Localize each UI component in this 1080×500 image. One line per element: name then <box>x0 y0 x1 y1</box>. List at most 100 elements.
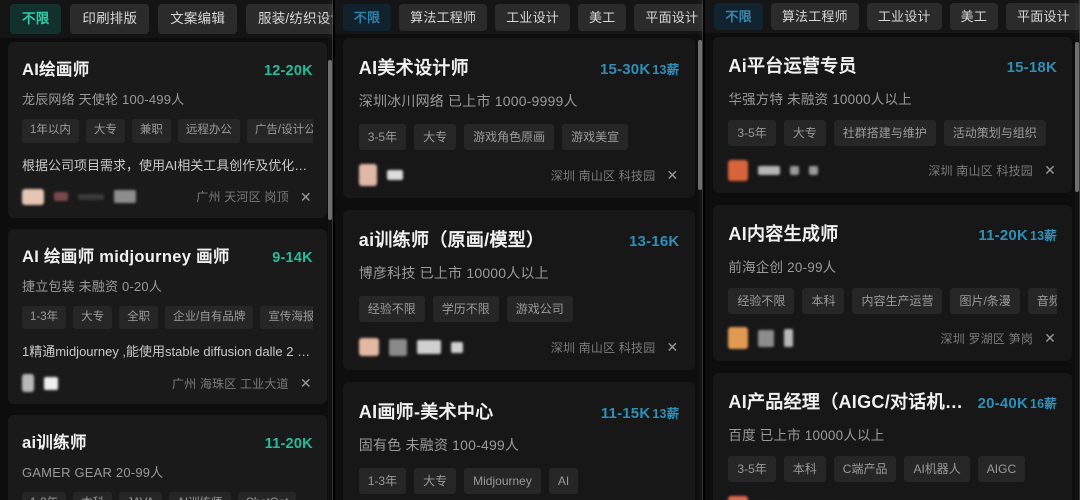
filter-tab-4[interactable]: 平面设计 <box>1006 3 1080 30</box>
filter-tab-0-active[interactable]: 不限 <box>10 4 62 34</box>
job-card-header: AI产品经理（AIGC/对话机… 20-40K 16薪 <box>728 388 1057 414</box>
job-tag: 远程办公 <box>177 119 240 143</box>
recruiter-avatar <box>22 188 44 205</box>
job-tag: ChatGpt <box>237 492 297 500</box>
company-info[interactable]: 捷立包装 未融资 0-20人 <box>22 276 313 295</box>
job-title[interactable]: AI画师-美术中心 <box>359 398 494 424</box>
job-location: 深圳 南山区 科技园 <box>550 340 656 355</box>
job-tag-row: 1-3年大专全职企业/自有品牌宣传海报类插画 <box>22 305 313 329</box>
company-info[interactable]: 固有色 未融资 100-499人 <box>359 435 680 455</box>
job-card[interactable]: AI绘画师 12-20K 龙辰网络 天使轮 100-499人 1年以内 大专 兼职 远程办公… <box>8 42 327 218</box>
filter-tab-2[interactable]: 文案编辑 <box>158 4 238 34</box>
filter-tab-1[interactable]: 算法工程师 <box>399 3 488 31</box>
salary-value: 9-14K <box>272 249 313 266</box>
filter-tab-3[interactable]: 美工 <box>949 3 999 30</box>
job-card-header: AI内容生成师 11-20K 13薪 <box>728 220 1057 246</box>
job-location: 深圳 罗湖区 笋岗 <box>940 331 1034 346</box>
job-title[interactable]: AI绘画师 <box>22 56 90 80</box>
company-info[interactable]: GAMER GEAR 20-99人 <box>22 462 313 481</box>
close-icon[interactable]: ✕ <box>665 168 679 182</box>
filter-tab-3[interactable]: 美工 <box>578 3 627 31</box>
job-tag-row: 1-3年本科 JAVA AI训练师 ChatGpt <box>22 492 313 500</box>
salary-range: 12-20K <box>264 63 313 79</box>
close-icon[interactable]: ✕ <box>665 340 679 354</box>
filter-tab-3[interactable]: 服装/纺织设计 <box>246 4 333 34</box>
job-location: 深圳 南山区 科技园 <box>928 163 1034 178</box>
company-info[interactable]: 博彦科技 已上市 10000人以上 <box>359 263 680 283</box>
salary-bonus: 16薪 <box>1030 397 1058 411</box>
job-tag: 大专 <box>414 468 457 494</box>
filter-tab-4[interactable]: 平面设计 <box>634 3 704 31</box>
filter-tab-2[interactable]: 工业设计 <box>495 3 570 31</box>
job-title[interactable]: ai训练师（原画/模型） <box>359 226 545 252</box>
job-card-header: AI画师-美术中心 11-15K 13薪 <box>359 398 680 424</box>
salary-bonus: 13薪 <box>1030 229 1058 243</box>
job-title[interactable]: ai训练师 <box>22 429 87 453</box>
job-tag: 3-5年 <box>358 124 407 150</box>
job-tag-row: 经验不限 学历不限 游戏公司 <box>358 296 680 322</box>
job-tag: 本科 <box>73 492 113 500</box>
redacted-text-block <box>758 329 775 347</box>
job-title[interactable]: AI内容生成师 <box>728 220 838 246</box>
recruiter-avatar <box>728 495 749 500</box>
job-title[interactable]: AI产品经理（AIGC/对话机… <box>728 388 963 414</box>
salary-range: 9-14K <box>272 250 313 266</box>
job-card-list[interactable]: Ai平台运营专员 15-18K 华强方特 未融资 10000人以上 3-5年 大专 社群搭… <box>705 33 1080 500</box>
redacted-text-block <box>450 341 463 353</box>
job-tag: 1-3年 <box>22 492 67 500</box>
job-tag: 游戏美宣 <box>562 124 629 150</box>
recruiter-avatar <box>358 164 377 186</box>
job-location: 广州 海珠区 工业大道 <box>171 376 289 391</box>
job-tag: 经验不限 <box>728 288 795 314</box>
salary-range: 11-20K <box>265 436 313 452</box>
redacted-text-block <box>388 338 407 356</box>
company-info[interactable]: 华强方特 未融资 10000人以上 <box>728 88 1057 108</box>
job-card-footer: 广州 海珠区 工业大道 ✕ <box>22 372 313 394</box>
job-tag: 广告/设计公司 <box>246 119 313 143</box>
job-card-footer: 深圳 南山区 科技园 ✕ <box>728 159 1057 181</box>
salary-value: 13-16K <box>629 233 680 250</box>
company-info[interactable]: 龙辰网络 天使轮 100-499人 <box>22 89 313 108</box>
job-card[interactable]: ai训练师 11-20K GAMER GEAR 20-99人 1-3年本科 JAVA AI… <box>8 415 327 500</box>
panel-edge-line <box>702 0 704 500</box>
job-card[interactable]: AI内容生成师 11-20K 13薪 前海企创 20-99人 经验不限 本科 内容生产运营图… <box>713 205 1073 361</box>
company-info[interactable]: 深圳冰川网络 已上市 1000-9999人 <box>359 91 680 111</box>
recruiter-avatar <box>728 159 749 181</box>
filter-tab-0-active[interactable]: 不限 <box>342 3 392 31</box>
company-info[interactable]: 百度 已上市 10000人以上 <box>728 424 1057 444</box>
job-card[interactable]: AI画师-美术中心 11-15K 13薪 固有色 未融资 100-499人 1-3年 大专… <box>342 382 696 500</box>
close-icon[interactable]: ✕ <box>1043 331 1057 345</box>
close-icon[interactable]: ✕ <box>299 376 313 390</box>
job-title[interactable]: Ai平台运营专员 <box>728 52 856 78</box>
job-description: 根据公司项目需求，使用AI相关工具创作及优化美术品质 <box>22 157 313 173</box>
job-card-footer: 深圳 南山区 科技园✕ <box>728 495 1057 500</box>
job-title[interactable]: AI 绘画师 midjourney 画师 <box>22 243 230 267</box>
redacted-text-block <box>114 190 136 203</box>
job-card-list[interactable]: AI美术设计师 15-30K 13薪 深圳冰川网络 已上市 1000-9999人 3-5… <box>335 34 704 500</box>
recruiter-avatar <box>358 338 379 356</box>
filter-tab-2[interactable]: 工业设计 <box>866 3 942 30</box>
job-tag: AIGC <box>977 456 1026 482</box>
job-tag: 兼职 <box>131 119 171 143</box>
job-tag: 图片/条漫 <box>950 288 1020 314</box>
job-card[interactable]: Ai平台运营专员 15-18K 华强方特 未融资 10000人以上 3-5年 大专 社群搭… <box>713 37 1073 193</box>
job-title[interactable]: AI美术设计师 <box>359 54 469 80</box>
panel-middle: 不限 算法工程师 工业设计 美工 平面设计 AI美术设计师 15-30K 13薪 深圳冰川网络 … <box>334 0 704 500</box>
filter-tab-1[interactable]: 算法工程师 <box>770 3 859 30</box>
company-info[interactable]: 前海企创 20-99人 <box>728 256 1057 276</box>
job-card[interactable]: AI 绘画师 midjourney 画师 9-14K 捷立包装 未融资 0-20人 1… <box>8 228 327 404</box>
redacted-text-block <box>386 170 403 180</box>
salary-range: 13-16K <box>629 233 679 250</box>
job-card[interactable]: AI产品经理（AIGC/对话机… 20-40K 16薪百度 已上市 10000人以上… <box>713 373 1073 500</box>
panel-right: 不限 算法工程师 工业设计 美工 平面设计 Ai平台运营专员 15-18K 华强方特 未融资 … <box>705 0 1080 500</box>
job-card[interactable]: AI美术设计师 15-30K 13薪 深圳冰川网络 已上市 1000-9999人 3-5… <box>342 38 696 198</box>
job-tag-row: 1年以内大专兼职远程办公广告/设计公司 <box>22 119 313 143</box>
filter-tab-0-active[interactable]: 不限 <box>714 3 763 30</box>
job-tag-row: 3-5年 大专 游戏角色原画 游戏美宣 <box>358 124 680 150</box>
filter-tab-1[interactable]: 印刷排版 <box>70 4 150 34</box>
job-card-list[interactable]: AI绘画师 12-20K 龙辰网络 天使轮 100-499人 1年以内 大专 兼职 远程办公… <box>0 38 333 500</box>
job-card[interactable]: ai训练师（原画/模型） 13-16K 博彦科技 已上市 10000人以上经验不限学… <box>342 210 696 370</box>
close-icon[interactable]: ✕ <box>1043 163 1057 177</box>
filter-tab-bar: 不限 算法工程师 工业设计 美工 平面设计 <box>705 0 1080 33</box>
close-icon[interactable]: ✕ <box>299 190 313 204</box>
